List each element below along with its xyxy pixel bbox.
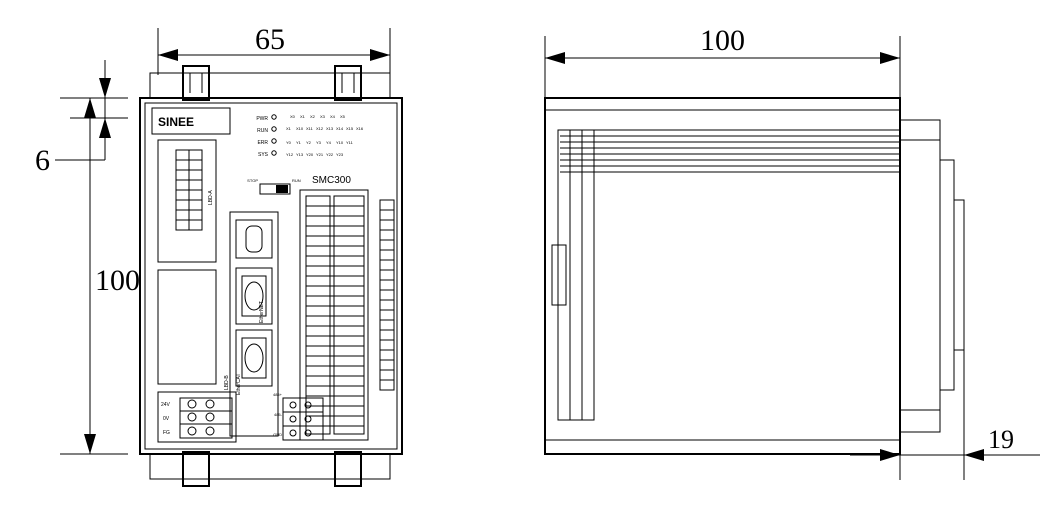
svg-text:X5: X5 [340, 114, 346, 119]
svg-text:Y3: Y3 [316, 140, 322, 145]
led-run: RUN [257, 128, 268, 134]
side-view: 100 19 [545, 24, 1040, 480]
dim-width-65: 65 [158, 23, 390, 75]
svg-text:Y10: Y10 [336, 140, 344, 145]
port-lbd-b: LBD-B [224, 375, 230, 390]
svg-text:X16: X16 [356, 126, 364, 131]
lbd-a-block: LBD-A [158, 140, 216, 262]
svg-text:Y2: Y2 [306, 140, 312, 145]
svg-text:X15: X15 [346, 126, 354, 131]
svg-text:X1: X1 [300, 114, 306, 119]
dim-value-19: 19 [988, 425, 1014, 454]
rs485-plus: 485+ [273, 392, 283, 397]
rs485-gnd: GND [273, 432, 282, 437]
dim-offset-6: 6 [35, 60, 128, 177]
switch-stop-label: STOP [247, 178, 258, 183]
rs485-minus: 485- [274, 412, 283, 417]
front-top-rail [150, 66, 390, 100]
svg-text:X3: X3 [320, 114, 326, 119]
side-pcb-fins [560, 130, 900, 172]
svg-text:X12: X12 [316, 126, 324, 131]
side-main-body [545, 98, 900, 454]
led-pwr: PWR [256, 116, 268, 122]
front-bottom-rail [150, 452, 390, 486]
power-term-screws [188, 400, 214, 435]
port-ethercat: EtherCAT [236, 373, 242, 395]
brand-plate: SINEE [152, 108, 230, 134]
dim-value-65: 65 [255, 23, 285, 56]
svg-text:Y22: Y22 [326, 152, 334, 157]
svg-text:Y12: Y12 [286, 152, 294, 157]
technical-drawing-sheet: 65 6 100 [0, 0, 1058, 511]
svg-text:X4: X4 [330, 114, 336, 119]
front-vent-slots [380, 200, 394, 390]
dim-height-100: 100 [60, 98, 140, 454]
svg-text:X0: X0 [290, 114, 296, 119]
power-term-0v: 0V [163, 416, 170, 422]
svg-text:X11: X11 [306, 126, 314, 131]
svg-text:Y13: Y13 [296, 152, 304, 157]
dim-depth-100: 100 [545, 24, 900, 98]
svg-text:Y1: Y1 [296, 140, 302, 145]
led-err: ERR [257, 140, 268, 146]
drawing-svg: 65 6 100 [0, 0, 1058, 511]
side-front-connectors [552, 130, 594, 420]
svg-text:Y4: Y4 [326, 140, 332, 145]
svg-text:X14: X14 [336, 126, 344, 131]
ethernet-port-1 [236, 268, 272, 324]
model-name: SMC300 [312, 175, 351, 186]
dim-value-100-height: 100 [95, 264, 140, 297]
svg-text:Y20: Y20 [306, 152, 314, 157]
io-label-matrix: X0 X1 X2 X3 X4 X5 X1 X10 X11 X12 X13 X14… [286, 114, 364, 157]
switch-run-label: RUN [292, 178, 301, 183]
svg-text:X2: X2 [310, 114, 316, 119]
led-sys: SYS [258, 152, 269, 158]
stop-run-switch: STOP RUN [247, 178, 301, 194]
brand-name: SINEE [158, 115, 194, 129]
svg-text:Y21: Y21 [316, 152, 324, 157]
side-rear-din-rail [900, 120, 964, 432]
usb-c-port-icon [246, 226, 262, 252]
front-view: 65 6 100 [35, 23, 402, 486]
dim-value-100-depth: 100 [700, 24, 745, 57]
dim-tab-19: 19 [850, 350, 1040, 480]
svg-text:X10: X10 [296, 126, 304, 131]
front-cover-panel [158, 270, 216, 384]
svg-text:Y11: Y11 [346, 140, 354, 145]
port-lbd-a: LBD-A [208, 190, 214, 205]
svg-text:X13: X13 [326, 126, 334, 131]
port-ethernet-alt: EtherNET [259, 301, 265, 323]
svg-text:Y23: Y23 [336, 152, 344, 157]
dim-value-6: 6 [35, 144, 50, 177]
power-terminal-block: 24V 0V FG [158, 392, 236, 442]
status-led-block: PWR RUN ERR SYS [256, 115, 276, 158]
power-term-fg: FG [163, 430, 170, 436]
svg-text:X1: X1 [286, 126, 292, 131]
svg-text:Y0: Y0 [286, 140, 292, 145]
power-term-24v: 24V [161, 402, 171, 408]
